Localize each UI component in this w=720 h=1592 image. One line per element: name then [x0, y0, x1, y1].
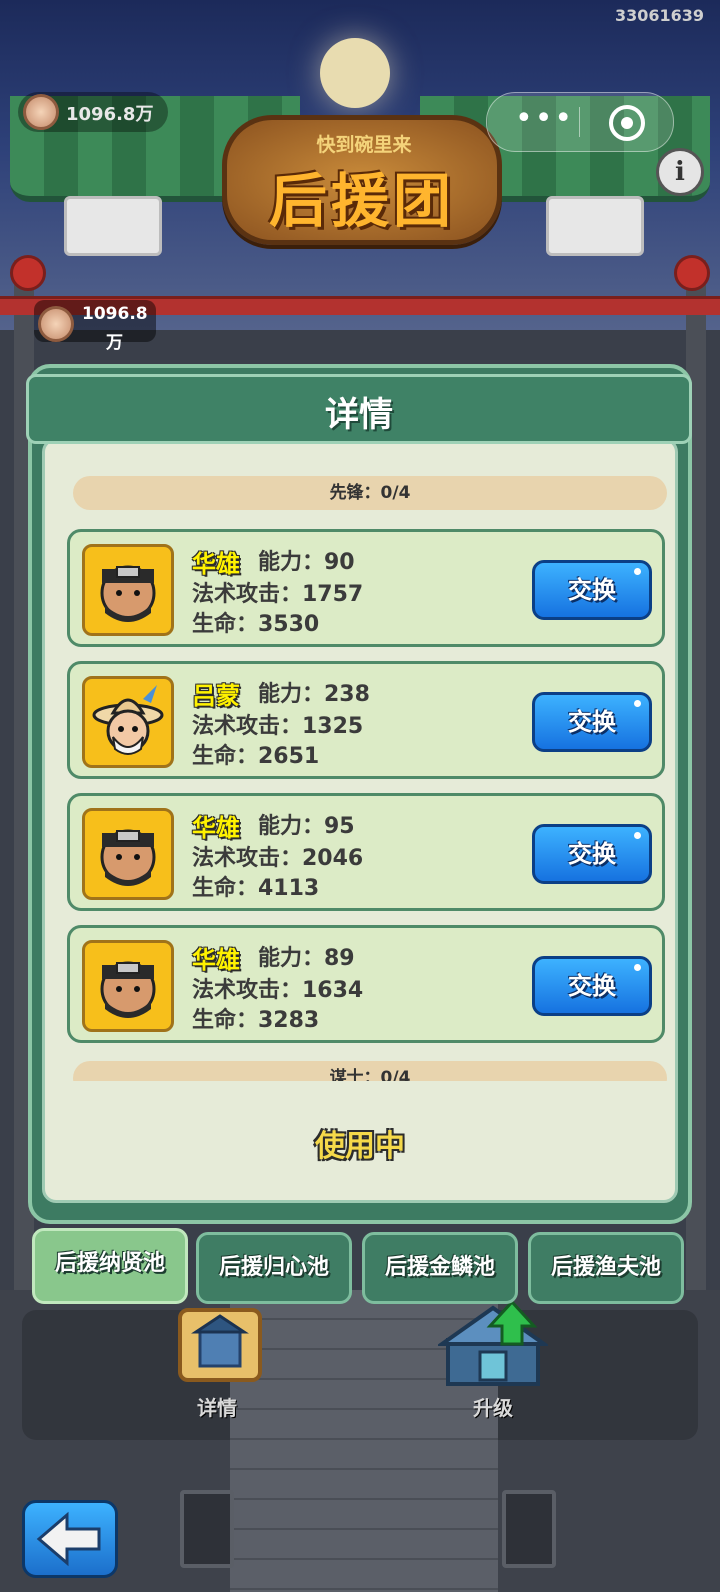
tab-yufu-pool[interactable]: 后援渔夫池 [528, 1232, 684, 1304]
hero-magic-attack: 法术攻击：2046 [192, 846, 364, 871]
details-label: 详情 [197, 1396, 237, 1420]
hero-name: 华雄 [192, 946, 240, 974]
back-arrow-icon [36, 1511, 101, 1567]
swap-button[interactable]: 交换 [532, 956, 652, 1016]
sign-title: 后援团 [268, 167, 455, 235]
dialog-title: 详情 [325, 395, 393, 435]
hero-ability: 能力：238 [258, 682, 370, 707]
huaxiong-portrait-icon [100, 961, 156, 1018]
hero-magic-attack: 法术攻击：1757 [192, 582, 364, 607]
hero-ability: 能力：90 [258, 550, 355, 575]
in-use-status: 使用中 [315, 1129, 405, 1164]
currency-top: 1096.8万 [18, 92, 168, 132]
close-target-icon[interactable] [609, 105, 645, 141]
dialog-content: 先锋：0/4 华雄 能力：90 法术攻击：1757 生命：3530 交换 吕蒙 … [42, 438, 678, 1203]
huaxiong-portrait-icon [100, 565, 156, 622]
vanguard-section-header: 先锋：0/4 [73, 476, 667, 510]
hero-life: 生命：3530 [192, 612, 320, 637]
tab-jinlin-pool[interactable]: 后援金鳞池 [362, 1232, 518, 1304]
hero-card: 华雄 能力：90 法术攻击：1757 生命：3530 交换 [67, 529, 665, 647]
shop-sign: 快到碗里来 后援团 [222, 115, 502, 245]
hero-name: 华雄 [192, 550, 240, 578]
tab-naxian-pool[interactable]: 后援纳贤池 [32, 1228, 188, 1304]
currency-top-value: 1096.8万 [66, 104, 154, 125]
strategist-section-header: 谋士：0/4 [73, 1061, 667, 1081]
capsule-divider [579, 107, 580, 137]
huaxiong-portrait-icon [100, 829, 156, 886]
currency-value: 1096.8 [82, 304, 148, 324]
hero-avatar [82, 676, 174, 768]
swap-button[interactable]: 交换 [532, 692, 652, 752]
upgrade-label: 升级 [473, 1396, 513, 1420]
sign-subtitle: 快到碗里来 [316, 134, 412, 156]
app-id: 33061639 [614, 6, 704, 25]
stair-lamp-right [502, 1490, 556, 1568]
more-icon[interactable]: ••• [515, 101, 574, 136]
hero-avatar [82, 808, 174, 900]
hero-magic-attack: 法术攻击：1634 [192, 978, 364, 1003]
dialog-title-banner: 详情 [26, 374, 692, 444]
hero-avatar [82, 940, 174, 1032]
upgrade-building-icon[interactable] [438, 1300, 548, 1390]
hero-ability: 能力：95 [258, 814, 355, 839]
hero-avatar [82, 544, 174, 636]
info-icon[interactable]: i [656, 148, 704, 196]
moon [320, 38, 390, 108]
coin-icon [38, 306, 74, 342]
hero-name: 华雄 [192, 814, 240, 842]
hero-life: 生命：4113 [192, 876, 320, 901]
back-button[interactable] [22, 1500, 118, 1578]
swap-button[interactable]: 交换 [532, 824, 652, 884]
coin-icon [23, 94, 59, 130]
swap-button[interactable]: 交换 [532, 560, 652, 620]
currency-box: 1096.8 万 [34, 300, 156, 353]
hero-magic-attack: 法术攻击：1325 [192, 714, 364, 739]
fence-right [546, 196, 644, 256]
fence-left [64, 196, 162, 256]
hero-list[interactable]: 先锋：0/4 华雄 能力：90 法术攻击：1757 生命：3530 交换 吕蒙 … [67, 441, 667, 1081]
lumeng-portrait-icon [92, 685, 164, 755]
details-dialog: 先锋：0/4 华雄 能力：90 法术攻击：1757 生命：3530 交换 吕蒙 … [26, 364, 692, 1224]
hero-name: 吕蒙 [192, 682, 240, 710]
scroll-details-icon[interactable] [164, 1300, 274, 1390]
tab-guixin-pool[interactable]: 后援归心池 [196, 1232, 352, 1304]
rail-knob-right [674, 255, 710, 291]
mini-program-capsule: ••• [486, 92, 674, 152]
hero-card: 华雄 能力：89 法术攻击：1634 生命：3283 交换 [67, 925, 665, 1043]
hero-life: 生命：2651 [192, 744, 320, 769]
hero-card: 吕蒙 能力：238 法术攻击：1325 生命：2651 交换 [67, 661, 665, 779]
hero-ability: 能力：89 [258, 946, 355, 971]
hero-card: 华雄 能力：95 法术攻击：2046 生命：4113 交换 [67, 793, 665, 911]
stair-lamp-left [180, 1490, 234, 1568]
hero-life: 生命：3283 [192, 1008, 320, 1033]
currency-unit: 万 [106, 333, 123, 353]
rail-knob-left [10, 255, 46, 291]
